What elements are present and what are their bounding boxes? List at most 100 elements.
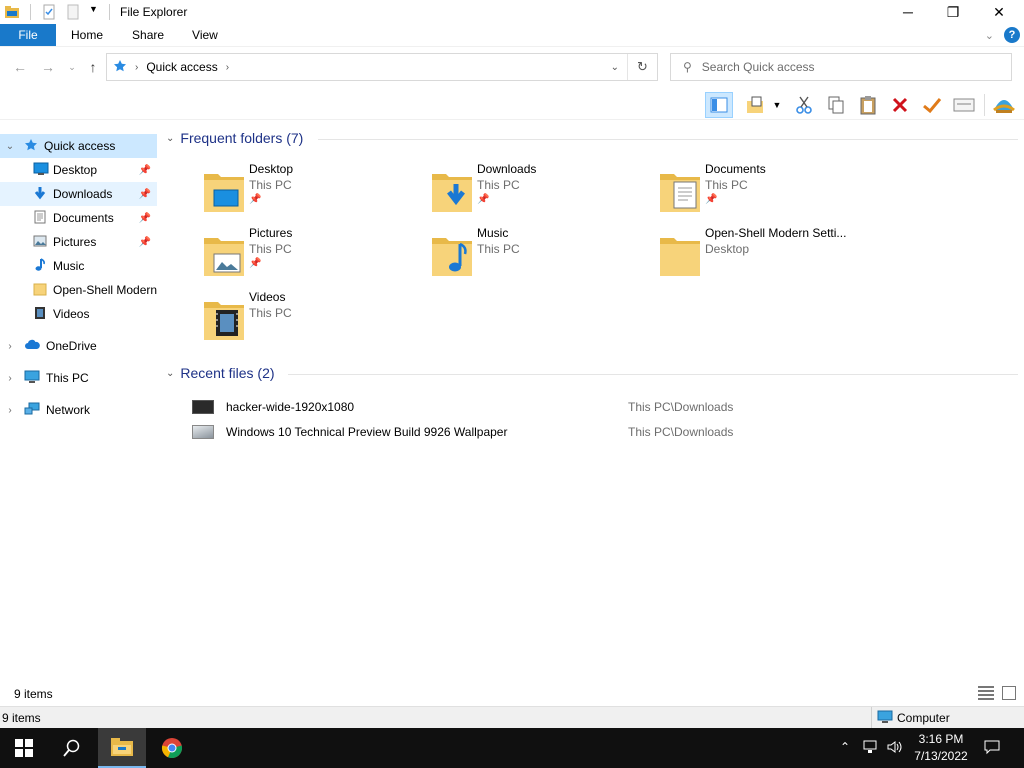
nav-item-documents[interactable]: Documents 📌 bbox=[0, 206, 157, 230]
recent-files-header[interactable]: ⌄ Recent files (2) bbox=[166, 365, 275, 381]
nav-item-onedrive[interactable]: › OneDrive bbox=[0, 334, 157, 358]
nav-item-quick-access[interactable]: ⌄ Quick access bbox=[0, 134, 157, 158]
show-hidden-icons-icon[interactable]: ⌃ bbox=[840, 740, 850, 754]
content-pane: ⌄ Frequent folders (7) Desktop This PC 📌 Do… bbox=[162, 122, 1024, 682]
file-path: This PC\Downloads bbox=[628, 425, 734, 439]
nav-item-pictures[interactable]: Pictures 📌 bbox=[0, 230, 157, 254]
paste-icon[interactable] bbox=[854, 92, 882, 118]
tab-view[interactable]: View bbox=[178, 24, 232, 46]
pin-icon[interactable]: 📌 bbox=[139, 189, 151, 200]
pin-icon[interactable]: 📌 bbox=[477, 194, 489, 205]
search-input[interactable]: Search Quick access bbox=[702, 60, 815, 74]
folder-tile[interactable]: Pictures This PC 📌 bbox=[202, 226, 422, 286]
copy-icon[interactable] bbox=[822, 92, 850, 118]
forward-icon[interactable]: → bbox=[40, 59, 56, 75]
nav-item-music[interactable]: Music bbox=[0, 254, 157, 278]
pin-icon[interactable]: 📌 bbox=[139, 237, 151, 248]
nav-item-downloads[interactable]: Downloads 📌 bbox=[0, 182, 157, 206]
properties-icon[interactable] bbox=[41, 4, 57, 20]
address-dropdown-icon[interactable]: ⌄ bbox=[611, 62, 619, 73]
videos-icon bbox=[33, 306, 47, 323]
nav-label: Pictures bbox=[53, 235, 97, 249]
recent-file-row[interactable]: hacker-wide-1920x1080 This PC\Downloads bbox=[192, 395, 1022, 419]
notification-icon[interactable] bbox=[984, 739, 1000, 758]
network-tray-icon[interactable] bbox=[862, 739, 880, 758]
details-view-icon[interactable] bbox=[978, 686, 994, 700]
large-icons-view-icon[interactable] bbox=[1002, 686, 1016, 700]
folder-tile[interactable]: Documents This PC 📌 bbox=[658, 162, 878, 222]
recent-locations-icon[interactable]: ⌄ bbox=[64, 59, 80, 75]
tab-home[interactable]: Home bbox=[56, 24, 118, 46]
expand-chevron-icon[interactable]: › bbox=[4, 341, 16, 352]
cut-icon[interactable] bbox=[790, 92, 818, 118]
folder-location: This PC bbox=[249, 306, 292, 320]
email-icon[interactable] bbox=[950, 92, 978, 118]
new-folder-toolbar-icon[interactable] bbox=[742, 92, 770, 118]
close-button[interactable]: ✕ bbox=[976, 0, 1022, 24]
folder-tile[interactable]: Videos This PC bbox=[202, 290, 422, 350]
folder-name: Open-Shell Modern Setti... bbox=[705, 226, 847, 240]
open-shell-settings-icon[interactable] bbox=[990, 92, 1018, 118]
collapse-chevron-icon[interactable]: ⌄ bbox=[166, 133, 174, 144]
properties-check-icon[interactable] bbox=[918, 92, 946, 118]
crumb-chevron-icon[interactable]: › bbox=[226, 62, 229, 73]
recent-file-row[interactable]: Windows 10 Technical Preview Build 9926 … bbox=[192, 420, 1022, 444]
pin-icon[interactable]: 📌 bbox=[139, 165, 151, 176]
folder-icon bbox=[430, 168, 474, 212]
new-folder-icon[interactable] bbox=[65, 4, 81, 20]
expand-chevron-icon[interactable]: ⌄ bbox=[4, 141, 16, 152]
crumb-separator-icon[interactable]: › bbox=[135, 62, 138, 73]
nav-item-videos[interactable]: Videos bbox=[0, 302, 157, 326]
expand-chevron-icon[interactable]: › bbox=[4, 373, 16, 384]
pin-icon[interactable]: 📌 bbox=[705, 194, 717, 205]
folder-icon bbox=[658, 168, 702, 212]
folder-tile[interactable]: Open-Shell Modern Setti... Desktop bbox=[658, 226, 878, 286]
refresh-icon[interactable]: ↻ bbox=[627, 54, 657, 80]
tab-share[interactable]: Share bbox=[118, 24, 178, 46]
nav-item-network[interactable]: › Network bbox=[0, 398, 157, 422]
collapse-chevron-icon[interactable]: ⌄ bbox=[166, 368, 174, 379]
nav-item-desktop[interactable]: Desktop 📌 bbox=[0, 158, 157, 182]
help-icon[interactable]: ? bbox=[1004, 27, 1020, 43]
start-button[interactable] bbox=[0, 728, 48, 768]
volume-icon[interactable] bbox=[886, 739, 904, 758]
frequent-folders-header[interactable]: ⌄ Frequent folders (7) bbox=[166, 130, 303, 146]
file-explorer-taskbar-button[interactable] bbox=[98, 728, 146, 768]
folder-location: Desktop bbox=[705, 242, 750, 256]
nav-label: Quick access bbox=[44, 139, 116, 153]
folder-name: Downloads bbox=[477, 162, 537, 176]
title-bar: ▼ File Explorer ─ ❐ ✕ bbox=[0, 0, 1024, 24]
minimize-button[interactable]: ─ bbox=[885, 0, 931, 24]
expand-chevron-icon[interactable]: › bbox=[4, 405, 16, 416]
navigation-pane-icon[interactable] bbox=[705, 92, 733, 118]
search-box[interactable]: ⚲ Search Quick access bbox=[670, 53, 1012, 81]
clock-time[interactable]: 3:16 PM bbox=[916, 732, 966, 746]
search-icon: ⚲ bbox=[683, 60, 692, 74]
new-folder-dropdown-icon[interactable]: ▼ bbox=[770, 92, 784, 118]
restore-button[interactable]: ❐ bbox=[930, 0, 976, 24]
pin-icon[interactable]: 📌 bbox=[249, 194, 261, 205]
pin-icon[interactable]: 📌 bbox=[139, 213, 151, 224]
folder-icon bbox=[33, 282, 47, 299]
nav-item-this-pc[interactable]: › This PC bbox=[0, 366, 157, 390]
folder-tile[interactable]: Music This PC bbox=[430, 226, 650, 286]
computer-small-icon bbox=[877, 710, 893, 727]
back-icon[interactable]: ← bbox=[12, 59, 28, 75]
chrome-taskbar-button[interactable] bbox=[148, 728, 196, 768]
breadcrumb-quick-access[interactable]: Quick access bbox=[146, 60, 217, 74]
up-icon[interactable]: ↑ bbox=[85, 59, 101, 75]
delete-icon[interactable] bbox=[886, 92, 914, 118]
nav-item-open-shell[interactable]: Open-Shell Modern bbox=[0, 278, 157, 302]
file-explorer-icon bbox=[111, 738, 133, 756]
folder-app-icon[interactable] bbox=[4, 4, 20, 20]
customize-qat-icon[interactable]: ▼ bbox=[89, 4, 99, 20]
folder-tile[interactable]: Desktop This PC 📌 bbox=[202, 162, 422, 222]
expand-ribbon-icon[interactable]: ⌄ bbox=[985, 29, 994, 42]
folder-location: This PC bbox=[249, 242, 292, 256]
clock-date[interactable]: 7/13/2022 bbox=[910, 749, 972, 763]
pin-icon[interactable]: 📌 bbox=[249, 258, 261, 269]
search-taskbar-button[interactable] bbox=[48, 728, 96, 768]
tab-file[interactable]: File bbox=[0, 24, 56, 46]
folder-tile[interactable]: Downloads This PC 📌 bbox=[430, 162, 650, 222]
address-bar[interactable]: › Quick access › ⌄ ↻ bbox=[106, 53, 658, 81]
